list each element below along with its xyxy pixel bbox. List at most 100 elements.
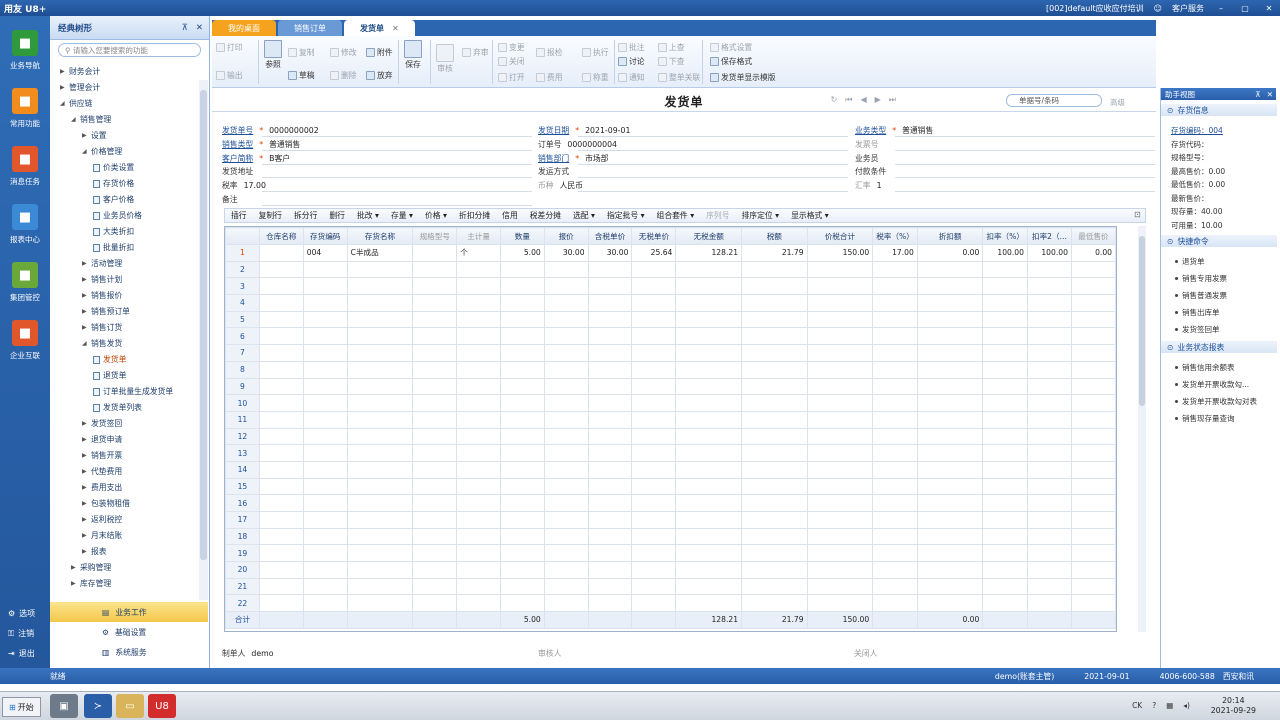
table-cell[interactable] (982, 494, 1028, 512)
form-field[interactable]: 销售类型 * 普通销售 (222, 139, 300, 150)
table-cell[interactable] (872, 594, 918, 613)
table-cell[interactable] (258, 377, 304, 396)
table-cell[interactable] (500, 360, 545, 379)
table-cell[interactable] (500, 410, 545, 429)
table-cell[interactable]: 30.00 (543, 244, 589, 262)
expense-button[interactable]: 费用 (536, 72, 563, 83)
table-cell[interactable] (456, 527, 502, 546)
table-row[interactable]: 6 (225, 327, 1116, 346)
table-cell[interactable] (1070, 477, 1116, 496)
table-cell[interactable] (982, 377, 1028, 396)
table-cell[interactable] (258, 310, 304, 329)
table-cell[interactable] (982, 310, 1028, 329)
table-cell[interactable] (872, 410, 918, 429)
grid-toolbar-button[interactable]: 删行 (323, 210, 351, 221)
table-cell[interactable] (675, 511, 743, 529)
form-field[interactable]: 订单号 0000000004 (538, 139, 617, 150)
table-cell[interactable] (741, 594, 808, 613)
form-field[interactable]: 发货地址 (222, 166, 259, 177)
volume-tray-icon[interactable]: ◂) (1183, 701, 1190, 710)
tree-node[interactable]: ◢ 销售发货 (82, 338, 122, 349)
table-row[interactable]: 3 (225, 277, 1116, 296)
table-cell[interactable] (916, 527, 984, 546)
table-cell[interactable] (1070, 494, 1116, 512)
table-cell[interactable] (412, 360, 458, 379)
tree-node[interactable]: 发货单列表 (93, 402, 142, 413)
table-cell[interactable] (982, 410, 1028, 429)
table-cell[interactable] (631, 327, 677, 346)
table-cell[interactable] (631, 544, 677, 563)
table-cell[interactable] (806, 394, 874, 412)
assistant-section[interactable]: ⊙ 存货信息 (1161, 104, 1277, 116)
table-cell[interactable] (302, 310, 348, 329)
output-button[interactable]: 输出 (216, 70, 243, 81)
table-cell[interactable] (587, 377, 633, 396)
form-field[interactable]: 客户简称 * B客户 (222, 153, 290, 164)
table-cell[interactable] (302, 511, 348, 529)
table-cell[interactable] (500, 527, 545, 546)
table-cell[interactable] (258, 561, 304, 579)
table-cell[interactable] (587, 294, 633, 312)
table-cell[interactable] (1070, 294, 1116, 312)
table-cell[interactable] (872, 444, 918, 462)
table-cell[interactable] (412, 527, 458, 546)
execute-button[interactable]: 执行 (582, 47, 609, 58)
tree-node[interactable]: ◢ 销售管理 (71, 114, 111, 125)
table-cell[interactable] (346, 561, 414, 579)
associate-button[interactable]: 整单关联 (658, 72, 700, 83)
table-cell[interactable] (741, 577, 808, 596)
column-header[interactable]: 税额 (741, 227, 808, 245)
table-cell[interactable] (1026, 310, 1072, 329)
table-cell[interactable]: 5.00 (500, 244, 545, 262)
table-cell[interactable] (982, 544, 1028, 563)
close-icon[interactable]: ✕ (1267, 90, 1273, 99)
modify-button[interactable]: 修改 (330, 47, 357, 58)
table-cell[interactable] (1026, 594, 1072, 613)
delete-button[interactable]: 删除 (330, 70, 357, 81)
table-cell[interactable] (543, 377, 589, 396)
table-cell[interactable] (806, 511, 874, 529)
table-cell[interactable] (456, 294, 502, 312)
tree-node[interactable]: 大类折扣 (93, 226, 134, 237)
table-row[interactable]: 17 (225, 511, 1116, 529)
quick-command-link[interactable]: 销售普通发票 (1175, 290, 1227, 301)
table-cell[interactable] (806, 310, 874, 329)
table-cell[interactable] (302, 460, 348, 479)
table-cell[interactable] (872, 460, 918, 479)
table-cell[interactable] (675, 494, 743, 512)
grid-scroll-thumb[interactable] (1139, 236, 1145, 406)
table-cell[interactable] (741, 527, 808, 546)
form-field[interactable]: 销售部门 * 市场部 (538, 153, 608, 164)
table-cell[interactable] (675, 477, 743, 496)
stock-info-line[interactable]: 存货编码：004 (1171, 125, 1223, 136)
table-cell[interactable] (631, 494, 677, 512)
refresh-icon[interactable]: ↻ (831, 95, 838, 105)
table-row[interactable]: 9 (225, 377, 1116, 396)
grid-expand-icon[interactable]: ⊡ (1134, 210, 1141, 219)
table-row[interactable]: 16 (225, 494, 1116, 512)
table-cell[interactable] (741, 377, 808, 396)
notify-button[interactable]: 通知 (618, 72, 645, 83)
table-cell[interactable] (302, 444, 348, 462)
table-cell[interactable] (806, 294, 874, 312)
table-cell[interactable] (806, 277, 874, 296)
table-cell[interactable] (631, 360, 677, 379)
table-cell[interactable] (741, 494, 808, 512)
table-row[interactable]: 19 (225, 544, 1116, 563)
table-cell[interactable] (806, 427, 874, 446)
table-cell[interactable] (631, 344, 677, 362)
table-cell[interactable] (872, 527, 918, 546)
table-cell[interactable] (543, 544, 589, 563)
help-tray-icon[interactable]: ? (1152, 701, 1156, 710)
table-cell[interactable] (806, 327, 874, 346)
table-cell[interactable] (412, 244, 458, 262)
assistant-section[interactable]: ⊙ 快捷命令 (1161, 235, 1277, 247)
table-cell[interactable] (1026, 277, 1072, 296)
table-cell[interactable] (872, 377, 918, 396)
table-cell[interactable] (500, 394, 545, 412)
table-cell[interactable] (500, 494, 545, 512)
nav-item[interactable]: ■ 消息任务 (0, 146, 50, 187)
table-cell[interactable] (587, 277, 633, 296)
table-cell[interactable] (412, 594, 458, 613)
table-cell[interactable] (346, 577, 414, 596)
